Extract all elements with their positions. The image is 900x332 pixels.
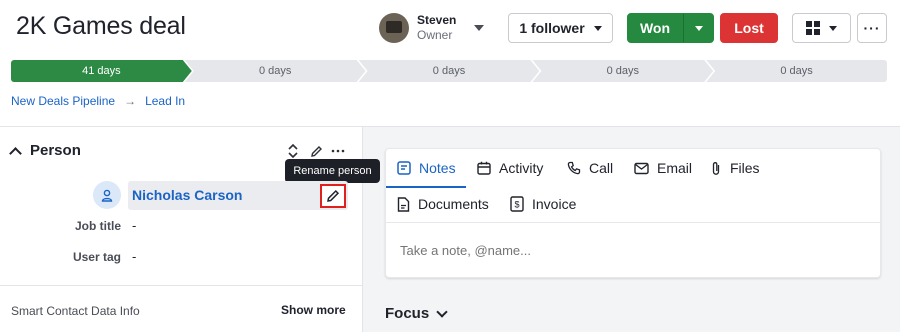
pipeline-stage[interactable]: 0 days [359,60,540,82]
paperclip-icon [712,161,720,175]
pipeline-stage[interactable]: 0 days [532,60,713,82]
tab-label: Activity [499,160,544,176]
svg-text:$: $ [514,200,519,210]
person-name-link[interactable]: Nicholas Carson [132,187,242,203]
chevron-down-icon [694,25,703,31]
pipeline-stages: 41 days 0 days 0 days 0 days 0 days [11,60,887,82]
arrow-right-icon: → [124,94,137,108]
tab-email[interactable]: Email [634,150,692,186]
tab-label: Files [730,160,760,176]
more-actions-button[interactable]: ··· [857,13,887,43]
pipeline-stage[interactable]: 0 days [706,60,887,82]
chevron-down-icon [829,25,837,31]
owner-selector[interactable]: Steven Owner [379,11,484,45]
tab-files[interactable]: Files [710,150,760,186]
won-dropdown-button[interactable] [683,13,714,43]
tab-notes[interactable]: Notes [397,150,456,186]
phone-icon [567,161,581,175]
breadcrumb: New Deals Pipeline → Lead In [11,94,185,108]
owner-name: Steven [417,13,457,27]
follower-button[interactable]: 1 follower [508,13,613,43]
tab-label: Email [657,160,693,176]
tab-call[interactable]: Call [567,150,613,186]
reorder-icon[interactable] [285,143,301,159]
owner-role: Owner [417,28,453,42]
person-icon [93,181,121,209]
pencil-icon[interactable] [308,143,324,159]
envelope-icon [634,162,649,174]
job-title-label: Job title [74,219,121,233]
more-icon[interactable] [330,143,346,159]
breadcrumb-stage-link[interactable]: Lead In [145,94,185,108]
person-name-row: Nicholas Carson [128,181,348,210]
tab-label: Notes [419,160,456,176]
lost-button[interactable]: Lost [720,13,778,43]
invoice-icon: $ [510,196,524,212]
person-section-title: Person [30,142,81,159]
chevron-down-icon [593,25,602,31]
job-title-value[interactable]: - [132,218,136,233]
divider [362,127,363,332]
grid-view-icon [806,21,820,35]
breadcrumb-pipeline-link[interactable]: New Deals Pipeline [11,94,115,108]
rename-person-tooltip: Rename person [285,159,380,188]
owner-avatar [379,13,409,43]
rename-person-button[interactable] [320,184,346,208]
document-icon [397,196,410,212]
user-tag-value[interactable]: - [132,249,136,264]
chevron-up-icon [9,146,22,160]
won-button[interactable]: Won [627,13,683,43]
smart-contact-label: Smart Contact Data Info [11,304,140,318]
deal-title[interactable]: 2K Games deal [16,12,186,41]
tab-documents[interactable]: Documents [397,186,489,222]
pipeline-stage[interactable]: 0 days [185,60,366,82]
tab-label: Documents [418,196,489,212]
show-more-button[interactable]: Show more [281,303,346,317]
owner-text: Steven Owner [417,13,456,43]
chevron-down-icon [436,305,448,318]
tab-label: Invoice [532,196,577,212]
pipeline-stage[interactable]: 41 days [11,60,192,82]
follower-label: 1 follower [519,20,585,36]
tab-label: Call [589,160,614,176]
view-switcher-button[interactable] [792,13,851,43]
divider [386,222,882,223]
person-section-toggle[interactable]: Person [9,142,81,160]
focus-title: Focus [385,305,430,322]
notes-icon [397,161,411,175]
focus-section-toggle[interactable]: Focus [385,305,448,322]
user-tag-label: User tag [72,250,121,264]
note-input[interactable] [400,243,860,258]
pencil-icon [327,189,340,202]
tab-activity[interactable]: Activity [477,150,543,186]
calendar-icon [477,161,491,175]
tab-invoice[interactable]: $ Invoice [510,186,576,222]
chevron-down-icon[interactable] [474,25,484,31]
divider [0,285,362,286]
activity-composer: Notes Activity Call Email Files Document… [385,148,882,278]
